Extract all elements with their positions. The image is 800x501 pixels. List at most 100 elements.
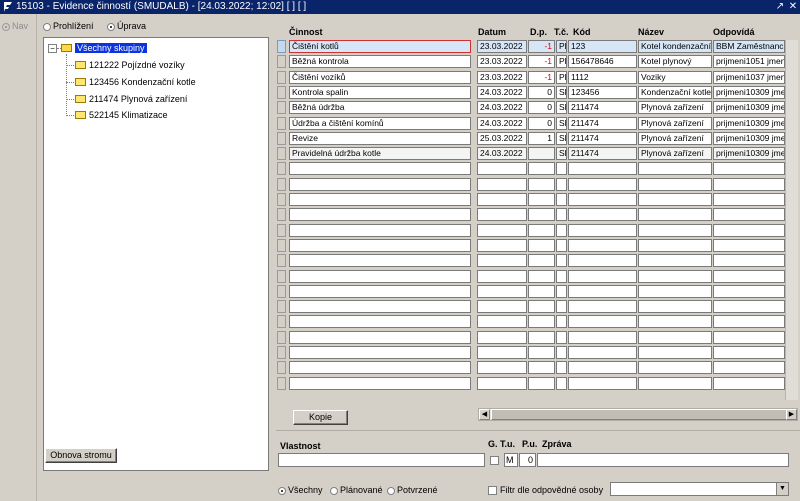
cell-tc[interactable] [556,239,567,252]
cell-date[interactable]: 24.03.2022 [477,147,527,160]
row-marker[interactable] [277,162,286,175]
cell-name[interactable] [638,162,712,175]
cell-activity[interactable]: Kontrola spalin [289,86,471,99]
cell-code[interactable]: 211474 [568,147,637,160]
row-marker[interactable] [277,331,286,344]
cell-code[interactable] [568,239,637,252]
cell-responsible[interactable] [713,331,785,344]
cell-tc[interactable] [556,208,567,221]
cell-name[interactable] [638,361,712,374]
row-marker[interactable] [277,361,286,374]
cell-dp[interactable]: 0 [528,86,555,99]
mode-view-radio[interactable]: Prohlížení [43,21,94,31]
cell-activity[interactable] [289,331,471,344]
row-marker[interactable] [277,300,286,313]
row-marker[interactable] [277,132,286,145]
responsible-filter-checkbox[interactable]: Filtr dle odpovědné osoby [488,485,603,496]
row-marker[interactable] [277,208,286,221]
cell-date[interactable] [477,270,527,283]
cell-activity[interactable] [289,361,471,374]
cell-date[interactable]: 25.03.2022 [477,132,527,145]
property-field[interactable] [278,453,485,467]
cell-date[interactable] [477,208,527,221]
cell-date[interactable]: 24.03.2022 [477,117,527,130]
grid-horizontal-scrollbar[interactable]: ◀ ▶ [478,408,798,421]
message-field[interactable] [537,453,789,467]
cell-date[interactable] [477,300,527,313]
cell-code[interactable] [568,254,637,267]
cell-tc[interactable] [556,270,567,283]
cell-responsible[interactable]: prijmeni10309 jme [713,117,785,130]
cell-date[interactable] [477,285,527,298]
cell-tc[interactable]: Pl [556,55,567,68]
cell-responsible[interactable] [713,193,785,206]
filter-planned-radio[interactable]: Plánované [330,485,383,495]
cell-activity[interactable]: Pravidelná údržba kotle [289,147,471,160]
g-checkbox[interactable] [490,455,502,466]
cell-name[interactable]: Plynová zařízení [638,117,712,130]
cell-responsible[interactable] [713,300,785,313]
cell-code[interactable] [568,300,637,313]
cell-tc[interactable] [556,178,567,191]
cell-dp[interactable]: -1 [528,55,555,68]
cell-dp[interactable] [528,147,555,160]
cell-code[interactable] [568,346,637,359]
mode-edit-radio[interactable]: Úprava [107,21,146,31]
cell-dp[interactable] [528,224,555,237]
cell-dp[interactable] [528,208,555,221]
row-marker[interactable] [277,377,286,390]
cell-date[interactable] [477,331,527,344]
cell-responsible[interactable] [713,162,785,175]
cell-activity[interactable]: Běžná kontrola [289,55,471,68]
cell-tc[interactable] [556,224,567,237]
cell-name[interactable]: Plynová zařízení [638,101,712,114]
cell-code[interactable] [568,193,637,206]
cell-activity[interactable] [289,254,471,267]
cell-date[interactable] [477,315,527,328]
cell-dp[interactable] [528,377,555,390]
cell-name[interactable] [638,178,712,191]
cell-activity[interactable] [289,315,471,328]
cell-responsible[interactable] [713,285,785,298]
cell-responsible[interactable] [713,361,785,374]
cell-date[interactable]: 23.03.2022 [477,40,527,53]
row-marker[interactable] [277,285,286,298]
cell-activity[interactable]: Čištění kotlů [289,40,471,53]
tree-root[interactable]: Všechny skupiny [61,42,147,54]
cell-date[interactable]: 23.03.2022 [477,71,527,84]
group-tree[interactable]: − Všechny skupiny 121222 Pojízdné vozíky… [43,37,269,471]
cell-date[interactable] [477,346,527,359]
tree-item[interactable]: 123456 Kondenzační kotle [75,76,196,88]
cell-dp[interactable] [528,193,555,206]
cell-date[interactable] [477,178,527,191]
scroll-left-icon[interactable]: ◀ [479,409,490,420]
cell-dp[interactable]: 0 [528,101,555,114]
responsible-person-select[interactable]: ▼ [610,482,789,496]
cell-tc[interactable]: Sl [556,101,567,114]
row-marker[interactable] [277,40,286,53]
cell-code[interactable]: 123 [568,40,637,53]
cell-responsible[interactable] [713,224,785,237]
cell-code[interactable] [568,285,637,298]
cell-dp[interactable] [528,300,555,313]
cell-name[interactable] [638,285,712,298]
cell-tc[interactable] [556,377,567,390]
cell-tc[interactable]: Sl [556,86,567,99]
cell-tc[interactable]: Pl [556,71,567,84]
scroll-right-icon[interactable]: ▶ [786,409,797,420]
cell-responsible[interactable] [713,239,785,252]
cell-activity[interactable] [289,239,471,252]
copy-button[interactable]: Kopie [293,410,348,425]
cell-name[interactable] [638,315,712,328]
cell-activity[interactable] [289,208,471,221]
cell-dp[interactable] [528,346,555,359]
cell-name[interactable] [638,224,712,237]
cell-responsible[interactable]: prijmeni1037 jmen [713,71,785,84]
chevron-down-icon[interactable]: ▼ [776,483,788,495]
cell-responsible[interactable]: prijmeni10309 jme [713,132,785,145]
row-marker[interactable] [277,55,286,68]
cell-activity[interactable]: Běžná údržba [289,101,471,114]
cell-code[interactable] [568,270,637,283]
tree-item[interactable]: 121222 Pojízdné vozíky [75,59,185,71]
cell-tc[interactable] [556,315,567,328]
